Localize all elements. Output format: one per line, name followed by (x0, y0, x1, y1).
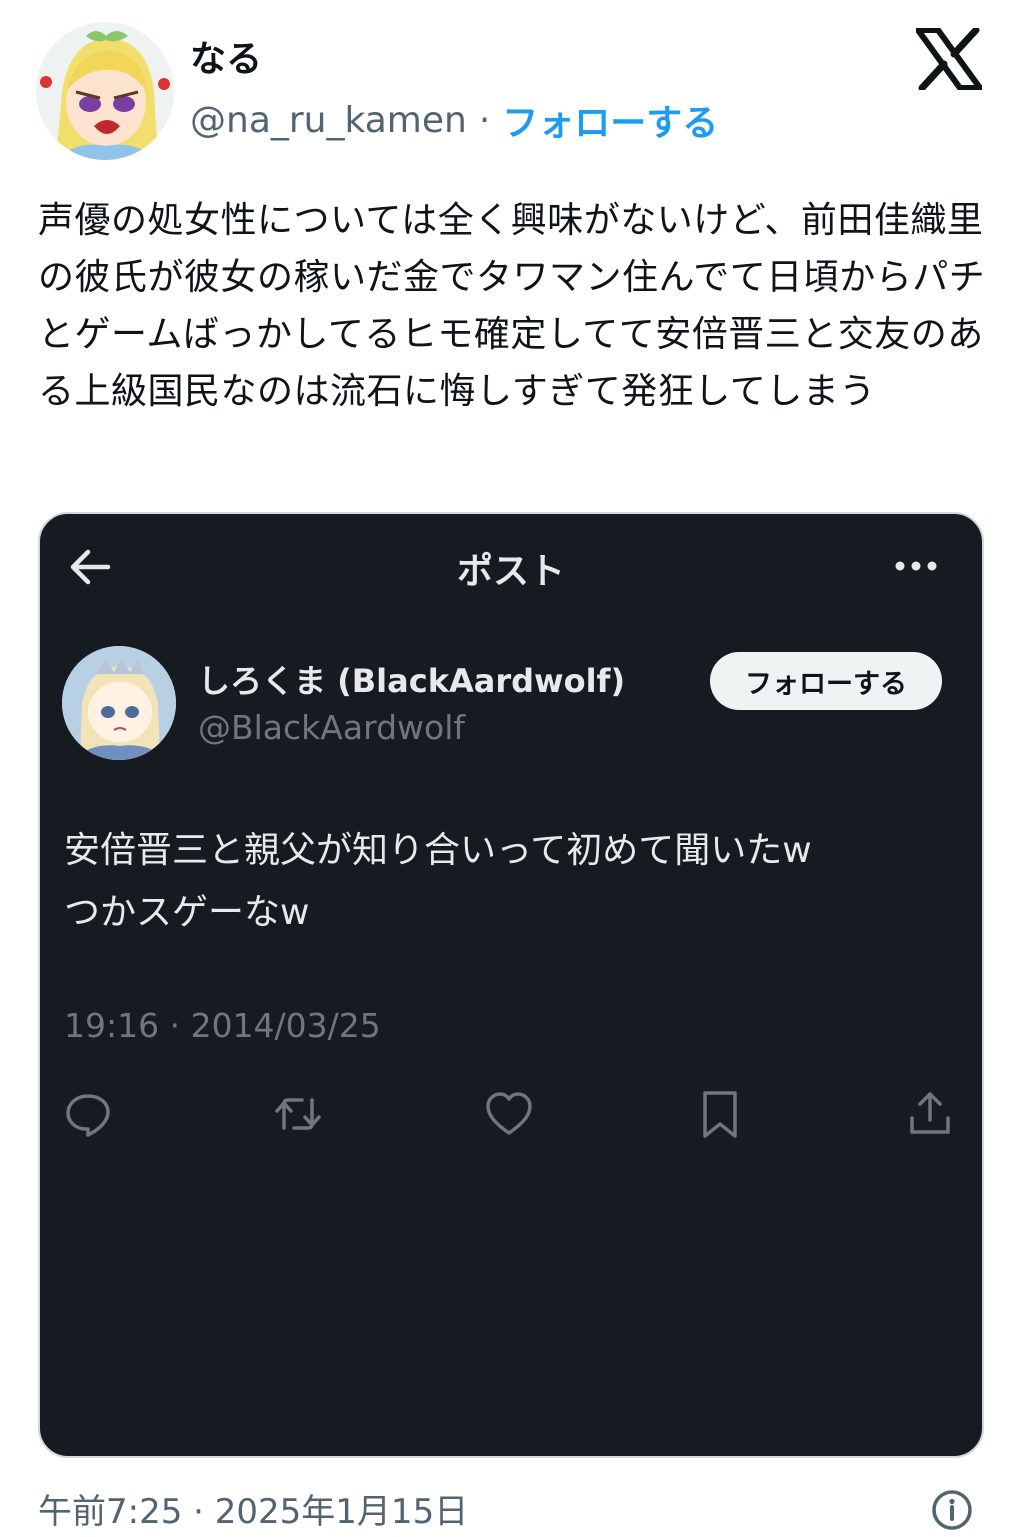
share-icon (904, 1088, 956, 1140)
quoted-author-handle: @BlackAardwolf (198, 708, 465, 747)
more-icon (892, 548, 940, 584)
follow-button[interactable]: フォローする (502, 94, 718, 146)
quoted-text: 安倍晋三と親父が知り合いって初めて聞いたw つかスゲーなw (64, 820, 944, 944)
author-avatar-illustration (36, 22, 174, 160)
author-meta-row: @na_ru_kamen · フォローする (190, 94, 718, 146)
author-name[interactable]: なる (190, 36, 262, 84)
quoted-text-line: 安倍晋三と親父が知り合いって初めて聞いたw (64, 830, 812, 871)
quoted-follow-button: フォローする (710, 652, 942, 710)
bookmark-icon (694, 1088, 746, 1140)
embedded-screenshot[interactable]: ポスト しろくま (BlackAardwolf) @BlackAardwolf … (38, 512, 984, 1458)
author-avatar[interactable] (36, 22, 174, 160)
separator-dot: · (478, 99, 491, 141)
card-header-title: ポスト (456, 551, 565, 592)
x-logo-icon[interactable] (915, 26, 983, 92)
quoted-author-avatar (62, 646, 176, 760)
quoted-timestamp: 19:16 · 2014/03/25 (64, 1006, 381, 1045)
quoted-text-line: つかスゲーなw (64, 892, 310, 933)
like-icon (483, 1088, 535, 1140)
retweet-icon (272, 1088, 324, 1140)
author-handle[interactable]: @na_ru_kamen (190, 100, 467, 141)
reply-icon (62, 1088, 114, 1140)
info-icon[interactable] (930, 1488, 974, 1532)
quoted-author-name: しろくま (BlackAardwolf) (198, 662, 626, 700)
tweet-timestamp[interactable]: 午前7:25 · 2025年1月15日 (38, 1484, 468, 1533)
tweet-text: 声優の処女性については全く興味がないけど、前田佳織里の彼氏が彼女の稼いだ金でタワ… (38, 200, 986, 412)
